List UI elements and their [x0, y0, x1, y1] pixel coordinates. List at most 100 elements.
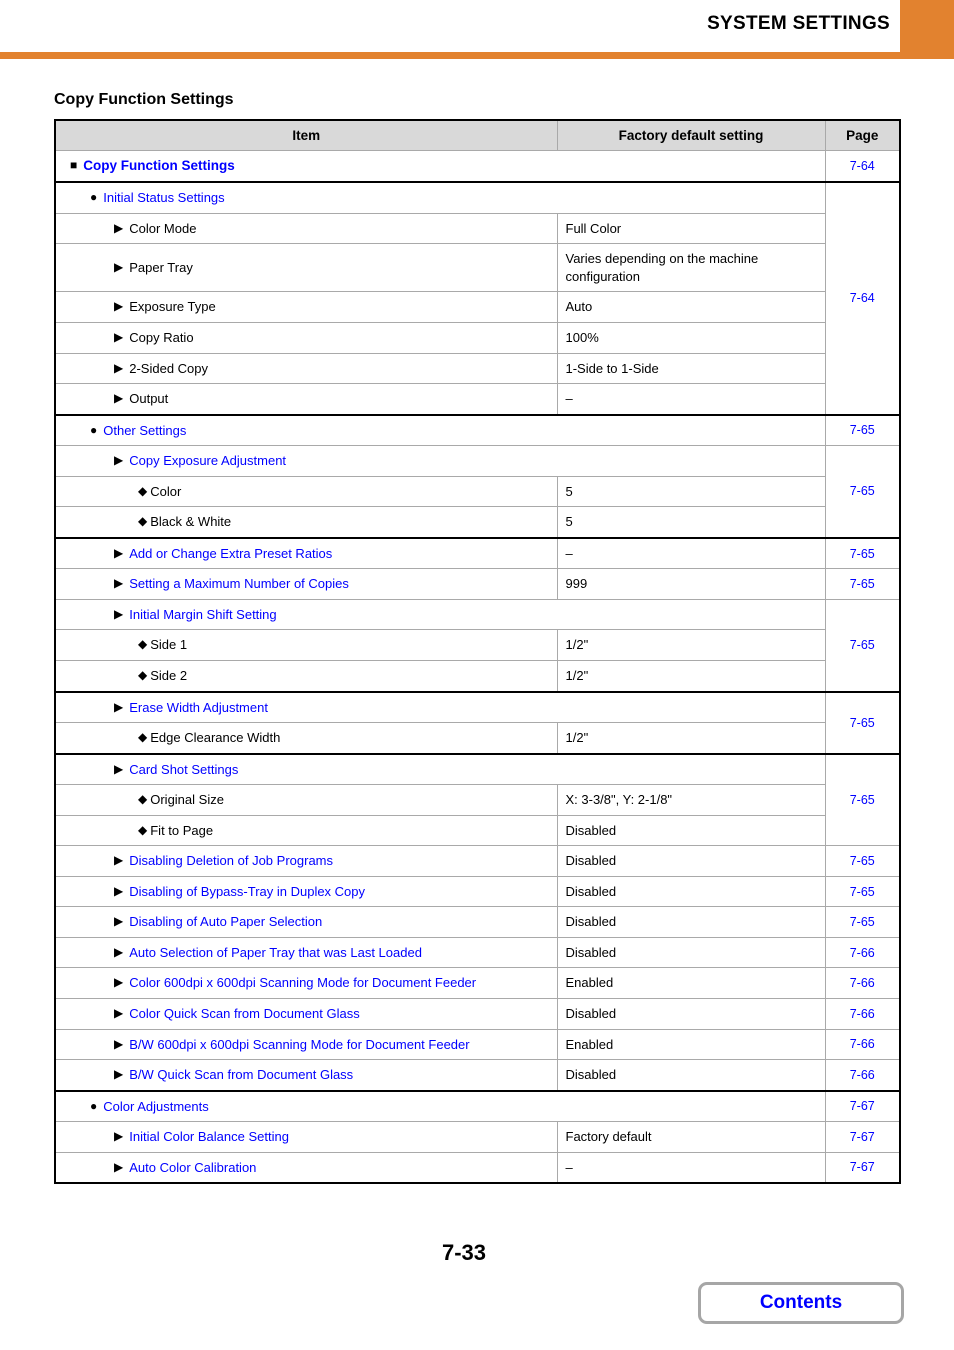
setting-item-label[interactable]: Auto Color Calibration [129, 1160, 256, 1175]
setting-item-cell[interactable]: ▶ Initial Margin Shift Setting [54, 598, 826, 631]
page-reference-link[interactable]: 7-65 [824, 445, 901, 539]
table-row: ▶ 2-Sided Copy 1-Side to 1-Side [54, 352, 900, 385]
factory-default-cell: – [556, 1151, 826, 1184]
page-header-title: SYSTEM SETTINGS [707, 13, 890, 34]
triangle-marker-icon: ▶ [114, 944, 124, 959]
page-reference-link[interactable]: 7-67 [824, 1089, 901, 1123]
triangle-marker-icon: ▶ [114, 576, 124, 591]
table-row: ▶ Exposure Type Auto [54, 291, 900, 323]
diamond-marker-icon: ◆ [138, 822, 148, 837]
factory-default-cell: Disabled [556, 997, 826, 1030]
page-reference-link[interactable]: 7-65 [824, 752, 901, 847]
setting-item-label[interactable]: Other Settings [103, 423, 186, 438]
triangle-marker-icon: ▶ [114, 699, 124, 714]
setting-item-label[interactable]: Initial Margin Shift Setting [129, 607, 276, 622]
setting-item-label[interactable]: Initial Color Balance Setting [129, 1129, 289, 1144]
page-reference-link[interactable]: 7-65 [824, 413, 901, 447]
setting-item-label: Edge Clearance Width [150, 730, 281, 746]
setting-item-cell[interactable]: ● Other Settings [54, 413, 826, 447]
setting-item-label[interactable]: Setting a Maximum Number of Copies [129, 576, 349, 591]
triangle-marker-icon: ▶ [114, 329, 124, 344]
table-row: ■ Copy Function Settings 7-64 [54, 150, 901, 183]
setting-item-cell[interactable]: ● Color Adjustments [54, 1089, 826, 1123]
setting-item-cell[interactable]: ▶ Setting a Maximum Number of Copies [54, 568, 558, 600]
table-row: ▶ Copy Ratio 100% [54, 321, 900, 354]
table-row: ▶ Paper Tray Varies depending on the machi… [54, 243, 900, 293]
page-reference-link[interactable]: 7-66 [824, 1028, 901, 1061]
setting-item-cell: ▶ Exposure Type [54, 291, 558, 323]
page-reference-link[interactable]: 7-65 [824, 690, 901, 755]
setting-item-cell[interactable]: ▶ Disabling of Auto Paper Selection [54, 906, 558, 938]
page-reference-link[interactable]: 7-67 [824, 1121, 901, 1153]
setting-item-cell[interactable]: ▶ Disabling Deletion of Job Programs [54, 845, 558, 877]
page-reference-link[interactable]: 7-66 [824, 1059, 901, 1092]
setting-item-cell[interactable]: ▶ Color Quick Scan from Document Glass [54, 997, 558, 1030]
page-reference-link[interactable]: 7-64 [824, 150, 901, 183]
page-reference-link[interactable]: 7-65 [824, 536, 901, 570]
setting-item-cell[interactable]: ▶ Add or Change Extra Preset Ratios [54, 536, 558, 570]
setting-item-label[interactable]: Erase Width Adjustment [129, 700, 268, 715]
setting-item-cell[interactable]: ▶ Initial Color Balance Setting [54, 1121, 558, 1153]
table-row: ▶ B/W Quick Scan from Document Glass Disab… [54, 1059, 901, 1092]
setting-item-cell[interactable]: ▶ Copy Exposure Adjustment [54, 445, 826, 477]
setting-item-cell: ▶ Output [54, 383, 558, 416]
factory-default-cell: Enabled [556, 967, 826, 999]
page-number: 7-33 [442, 1240, 487, 1265]
setting-item-label: Original Size [150, 792, 224, 808]
setting-item-label[interactable]: Color 600dpi x 600dpi Scanning Mode for … [129, 975, 476, 990]
setting-item-cell[interactable]: ▶ Auto Color Calibration [54, 1151, 558, 1184]
table-row: ▶ Auto Color Calibration –7-67 [54, 1151, 901, 1184]
factory-default-cell: – [556, 383, 826, 416]
circle-marker-icon: ● [90, 422, 98, 437]
setting-item-label[interactable]: Initial Status Settings [103, 190, 224, 205]
page-reference-link[interactable]: 7-65 [824, 568, 901, 600]
page-reference-link[interactable]: 7-65 [824, 845, 901, 877]
table-row: ▶ B/W 600dpi x 600dpi Scanning Mode for D… [54, 1028, 901, 1061]
contents-button[interactable]: Contents [698, 1282, 904, 1324]
table-row: ▶ Initial Margin Shift Setting 7-65 [54, 598, 901, 693]
table-row: ▶ Disabling of Bypass-Tray in Duplex Copy… [54, 875, 901, 908]
page-reference-link[interactable]: 7-66 [824, 997, 901, 1030]
setting-item-label[interactable]: Color Adjustments [103, 1099, 209, 1114]
setting-item-cell[interactable]: ▶ B/W Quick Scan from Document Glass [54, 1059, 558, 1092]
page-reference-link[interactable]: 7-66 [824, 936, 901, 969]
setting-item-label[interactable]: Disabling of Bypass-Tray in Duplex Copy [129, 884, 365, 899]
page-reference-link[interactable]: 7-65 [824, 906, 901, 938]
setting-item-label[interactable]: Disabling Deletion of Job Programs [129, 853, 333, 868]
setting-item-cell[interactable]: ● Initial Status Settings [54, 181, 826, 214]
page-body: Copy Function Settings Item Factory defa… [0, 91, 954, 1185]
table-row: ◆ Edge Clearance Width 1/2" [54, 722, 900, 755]
setting-item-label[interactable]: Disabling of Auto Paper Selection [129, 914, 322, 929]
table-row: ▶ Initial Color Balance Setting Factory de… [54, 1121, 901, 1153]
setting-item-cell[interactable]: ▶ Erase Width Adjustment [54, 690, 826, 724]
table-row: ▶ Color Quick Scan from Document Glass Dis… [54, 997, 901, 1030]
setting-item-label[interactable]: Add or Change Extra Preset Ratios [129, 546, 332, 561]
page-reference-link[interactable]: 7-66 [824, 967, 901, 999]
diamond-marker-icon: ◆ [138, 514, 148, 529]
page-reference-link[interactable]: 7-67 [824, 1151, 901, 1184]
page-reference-link[interactable]: 7-65 [824, 875, 901, 908]
setting-item-cell[interactable]: ▶ Disabling of Bypass-Tray in Duplex Copy [54, 875, 558, 908]
setting-item-label[interactable]: Copy Function Settings [83, 158, 235, 173]
triangle-marker-icon: ▶ [114, 1067, 124, 1082]
setting-item-label[interactable]: B/W 600dpi x 600dpi Scanning Mode for Do… [129, 1037, 469, 1052]
setting-item-label[interactable]: B/W Quick Scan from Document Glass [129, 1067, 353, 1082]
table-row: ▶ Setting a Maximum Number of Copies 999 7-… [54, 568, 901, 600]
circle-marker-icon: ● [90, 190, 98, 205]
setting-item-cell[interactable]: ▶ B/W 600dpi x 600dpi Scanning Mode for D… [54, 1028, 558, 1061]
setting-item-label[interactable]: Auto Selection of Paper Tray that was La… [129, 945, 422, 960]
triangle-marker-icon: ▶ [114, 260, 124, 275]
setting-item-label[interactable]: Copy Exposure Adjustment [129, 453, 286, 468]
setting-item-cell[interactable]: ■ Copy Function Settings [54, 150, 826, 183]
header-accent-rule [0, 52, 954, 59]
setting-item-cell[interactable]: ▶ Color 600dpi x 600dpi Scanning Mode for… [54, 967, 558, 999]
table-row: ▶ Add or Change Extra Preset Ratios –7-65 [54, 536, 901, 570]
table-row: ▶ Output – [54, 383, 900, 416]
setting-item-label[interactable]: Color Quick Scan from Document Glass [129, 1006, 359, 1021]
page-reference-link[interactable]: 7-65 [824, 598, 901, 693]
setting-item-cell[interactable]: ▶ Auto Selection of Paper Tray that was L… [54, 936, 558, 969]
setting-item-label[interactable]: Card Shot Settings [129, 762, 238, 777]
setting-item-cell[interactable]: ▶ Card Shot Settings [54, 752, 826, 786]
page-reference-link[interactable]: 7-64 [824, 181, 901, 416]
factory-default-cell: Varies depending on the machine configur… [556, 243, 826, 293]
